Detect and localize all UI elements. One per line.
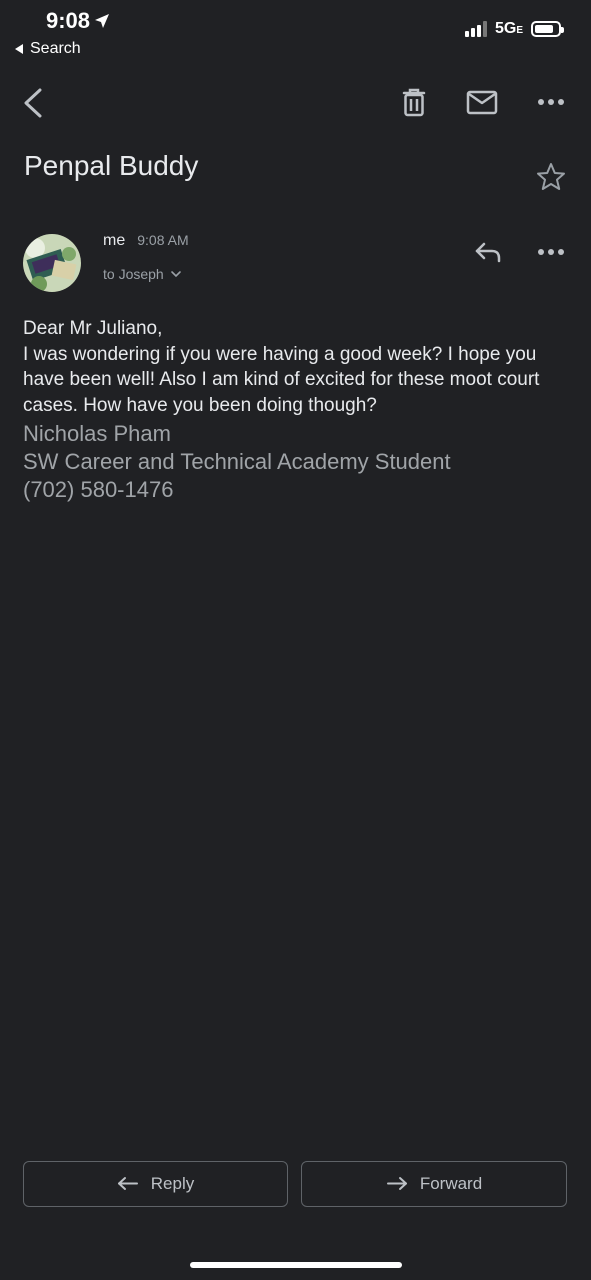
email-screen: 9:08 Search 5GE Penpal Buddy me 9:08 AM …	[0, 0, 591, 1280]
body-greeting: Dear Mr Juliano,	[23, 318, 163, 339]
message-more-button[interactable]	[536, 242, 566, 267]
signature-name: Nicholas Pham	[23, 421, 171, 446]
home-indicator[interactable]	[190, 1262, 402, 1268]
battery-icon	[531, 21, 564, 37]
back-triangle-icon	[15, 44, 23, 54]
signature-phone: (702) 580-1476	[23, 477, 174, 502]
star-button[interactable]	[536, 162, 566, 197]
mark-unread-button[interactable]	[466, 90, 498, 121]
email-signature: Nicholas Pham SW Career and Technical Ac…	[23, 420, 451, 504]
chevron-left-icon	[24, 88, 42, 118]
location-arrow-icon	[95, 14, 110, 28]
signal-icon	[464, 21, 487, 37]
reply-button[interactable]: Reply	[23, 1161, 288, 1207]
reply-icon	[475, 242, 501, 263]
status-time-text: 9:08	[46, 8, 91, 33]
network-indicator: 5GE	[495, 20, 523, 38]
network-suffix: E	[516, 25, 523, 36]
email-body: Dear Mr Juliano, I was wondering if you …	[23, 316, 563, 418]
signature-title: SW Career and Technical Academy Student	[23, 449, 451, 474]
sender-avatar	[23, 234, 81, 292]
delete-button[interactable]	[400, 88, 428, 123]
chevron-down-icon	[170, 271, 181, 278]
reply-icon-button[interactable]	[474, 240, 502, 269]
network-type: 5G	[494, 20, 517, 37]
forward-icon	[386, 1177, 407, 1190]
sent-time: 9:08 AM	[137, 232, 189, 248]
trash-icon	[402, 88, 426, 117]
reply-button-label: Reply	[150, 1174, 195, 1193]
more-options-button[interactable]	[536, 92, 566, 117]
status-indicators: 5GE	[464, 20, 564, 38]
sender-info: me 9:08 AM	[103, 232, 189, 250]
recipient-label: to Joseph	[103, 266, 164, 282]
battery-fill	[535, 25, 553, 33]
mail-icon	[466, 90, 498, 115]
email-subject: Penpal Buddy	[24, 150, 199, 181]
back-to-search-label: Search	[30, 40, 81, 57]
back-button[interactable]	[22, 88, 44, 123]
reply-icon	[117, 1177, 138, 1190]
recipient-toggle[interactable]: to Joseph	[103, 266, 182, 282]
status-time: 9:08	[46, 8, 110, 34]
star-icon	[537, 163, 565, 190]
forward-button[interactable]: Forward	[301, 1161, 567, 1207]
sender-name: me	[103, 232, 126, 249]
forward-button-label: Forward	[419, 1174, 483, 1193]
back-to-search-link[interactable]: Search	[14, 40, 81, 58]
more-horizontal-icon	[538, 249, 564, 255]
avatar-image	[23, 234, 81, 292]
more-horizontal-icon	[538, 99, 564, 105]
body-paragraph: I was wondering if you were having a goo…	[23, 343, 540, 416]
